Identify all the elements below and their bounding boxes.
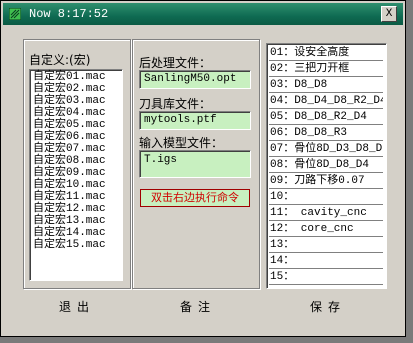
macro-list-item[interactable]: 自定宏04.mac <box>30 107 122 119</box>
model-file-field[interactable]: T.igs <box>139 150 251 178</box>
macro-list-item[interactable]: 自定宏12.mac <box>30 203 122 215</box>
exit-button[interactable]: 退出 <box>59 298 95 315</box>
command-slot[interactable]: 02：三把刀开框 <box>269 62 383 77</box>
macro-list-item[interactable]: 自定宏07.mac <box>30 143 122 155</box>
tool-library-field[interactable]: mytools.ptf <box>139 111 251 130</box>
command-slot[interactable]: 07：骨位8D_D3_D8_D3 <box>269 142 383 157</box>
macro-list-item[interactable]: 自定宏08.mac <box>30 155 122 167</box>
macro-list-item[interactable]: 自定宏06.mac <box>30 131 122 143</box>
title-bar[interactable]: Now 8:17:52 X <box>3 3 403 25</box>
macro-label: 自定义:(宏) <box>29 53 91 67</box>
window-title: Now 8:17:52 <box>29 7 109 21</box>
macro-list-item[interactable]: 自定宏14.mac <box>30 227 122 239</box>
command-slot[interactable]: 15： <box>269 270 383 285</box>
command-slot[interactable]: 13： <box>269 238 383 253</box>
app-icon <box>9 8 21 20</box>
command-list[interactable]: 01：设安全高度 02：三把刀开框 03：D8_D8 04：D8_D4_D8_R2_D… <box>266 43 387 289</box>
execute-hint: 双击右边执行命令 <box>140 189 250 207</box>
macro-list-item[interactable]: 自定宏11.mac <box>30 191 122 203</box>
macro-list-item[interactable]: 自定宏02.mac <box>30 83 122 95</box>
post-processor-label: 后处理文件： <box>139 56 212 70</box>
macro-list-item[interactable]: 自定宏05.mac <box>30 119 122 131</box>
command-slot[interactable]: 12： core_cnc <box>269 222 383 237</box>
close-button[interactable]: X <box>381 6 397 22</box>
command-slot[interactable]: 01：设安全高度 <box>269 46 383 61</box>
post-processor-field[interactable]: SanlingM50.opt <box>139 70 251 89</box>
command-slot[interactable]: 09：刀路下移0.07 <box>269 174 383 189</box>
command-slot[interactable]: 04：D8_D4_D8_R2_D4 <box>269 94 383 109</box>
macro-list-item[interactable]: 自定宏03.mac <box>30 95 122 107</box>
command-slot[interactable]: 08：骨位8D_D8_D4 <box>269 158 383 173</box>
command-slot[interactable]: 03：D8_D8 <box>269 78 383 93</box>
note-button[interactable]: 备注 <box>180 298 216 315</box>
command-slot[interactable]: 05：D8_D8_R2_D4 <box>269 110 383 125</box>
command-slot[interactable]: 06：D8_D8_R3 <box>269 126 383 141</box>
command-slot[interactable]: 11： cavity_cnc <box>269 206 383 221</box>
macro-list-item[interactable]: 自定宏15.mac <box>30 239 122 251</box>
macro-list[interactable]: 自定宏01.mac 自定宏02.mac 自定宏03.mac 自定宏04.mac 自定宏0… <box>29 69 123 281</box>
macro-list-item[interactable]: 自定宏10.mac <box>30 179 122 191</box>
save-button[interactable]: 保存 <box>310 298 346 315</box>
tool-library-label: 刀具库文件： <box>139 97 212 111</box>
model-file-label: 输入模型文件： <box>139 136 224 150</box>
macro-list-item[interactable]: 自定宏13.mac <box>30 215 122 227</box>
command-slot[interactable]: 10： <box>269 190 383 205</box>
macro-list-item[interactable]: 自定宏01.mac <box>30 71 122 83</box>
macro-list-item[interactable]: 自定宏09.mac <box>30 167 122 179</box>
main-window: Now 8:17:52 X 自定义:(宏) 自定宏01.mac 自定宏02.mac… <box>0 0 406 337</box>
command-slot[interactable]: 14： <box>269 254 383 269</box>
